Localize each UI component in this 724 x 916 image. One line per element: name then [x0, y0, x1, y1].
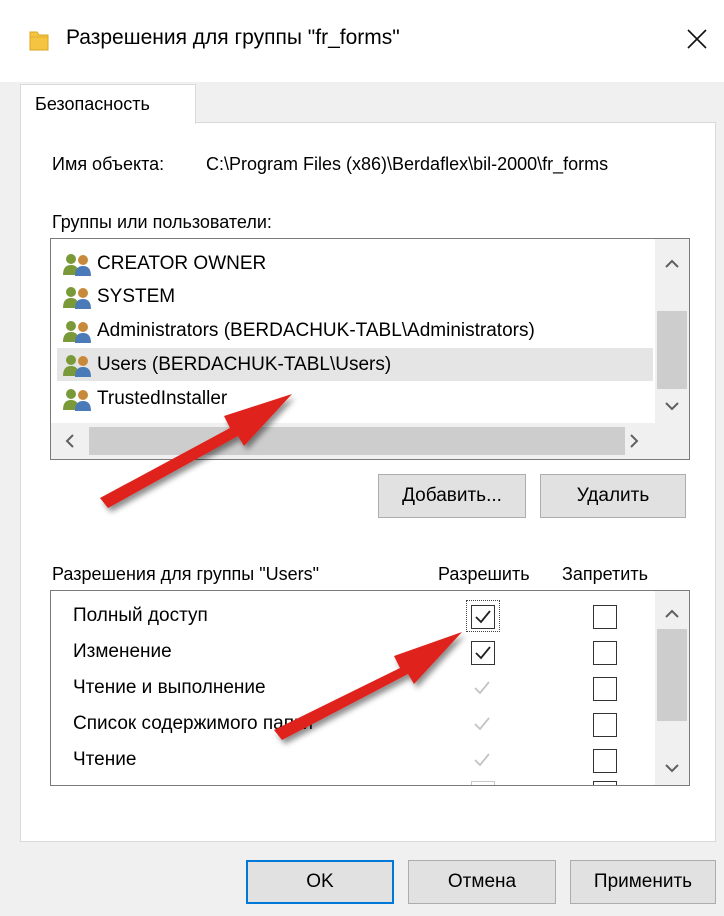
object-path: C:\Program Files (x86)\Berdaflex\bil-200…: [206, 154, 609, 174]
users-icon: [63, 253, 91, 276]
tab-security[interactable]: Безопасность: [20, 84, 196, 124]
scroll-right-button[interactable]: [617, 423, 651, 459]
user-name: Administrators (BERDACHUK-TABL\Administr…: [97, 319, 535, 341]
user-name: CREATOR OWNER: [97, 252, 267, 274]
user-name: SYSTEM: [97, 285, 176, 307]
permission-row-read: Чтение: [51, 743, 655, 779]
allow-checkbox-partial: [471, 781, 495, 785]
folder-icon: [29, 31, 49, 51]
cancel-button[interactable]: Отмена: [408, 860, 556, 904]
deny-checkbox-read-execute[interactable]: [593, 677, 617, 701]
scroll-down-button[interactable]: [655, 389, 689, 423]
ok-button[interactable]: OK: [246, 860, 394, 904]
chevron-down-icon: [665, 402, 679, 411]
deny-checkbox-read[interactable]: [593, 749, 617, 773]
allow-checkbox-read: [471, 749, 495, 773]
checkmark-icon: [474, 681, 490, 695]
groups-list[interactable]: CREATOR OWNER SYSTEM Administrators (BER…: [50, 238, 690, 460]
focus-indicator: [466, 600, 500, 632]
deny-checkbox-modify[interactable]: [593, 641, 617, 665]
permissions-label: Разрешения для группы "Users": [52, 564, 320, 584]
chevron-up-icon: [665, 609, 679, 618]
allow-checkbox-read-execute: [471, 677, 495, 701]
permissions-list[interactable]: Полный доступ Изменение Чтение и выполне…: [50, 590, 690, 786]
allow-checkbox-modify[interactable]: [471, 641, 495, 665]
close-icon: [687, 29, 707, 49]
permission-label: Изменение: [73, 641, 172, 662]
list-item-system[interactable]: SYSTEM: [57, 280, 653, 313]
window-title: Разрешения для группы "fr_forms": [66, 26, 400, 49]
scroll-up-button[interactable]: [655, 247, 689, 281]
permissions-dialog: Разрешения для группы "fr_forms" Безопас…: [0, 0, 724, 916]
add-button[interactable]: Добавить...: [378, 474, 526, 518]
scroll-left-button[interactable]: [53, 423, 87, 459]
allow-column-header: Разрешить: [438, 564, 530, 584]
users-icon: [63, 320, 91, 343]
deny-checkbox-partial[interactable]: [593, 781, 617, 785]
list-item-users[interactable]: Users (BERDACHUK-TABL\Users): [57, 348, 653, 381]
permission-row-full-control: Полный доступ: [51, 599, 655, 635]
scroll-up-button[interactable]: [655, 597, 689, 631]
permission-label: Чтение: [73, 749, 137, 770]
list-item-creator-owner[interactable]: CREATOR OWNER: [57, 247, 653, 280]
permissions-vertical-scrollbar[interactable]: [655, 591, 689, 785]
scroll-thumb-horizontal[interactable]: [89, 427, 625, 455]
allow-checkbox-list-folder: [471, 713, 495, 737]
deny-column-header: Запретить: [562, 564, 648, 584]
scroll-thumb[interactable]: [657, 629, 687, 721]
deny-checkbox-full-control[interactable]: [593, 605, 617, 629]
permission-label: Чтение и выполнение: [73, 677, 266, 698]
permission-label: Полный доступ: [73, 605, 208, 626]
chevron-up-icon: [665, 259, 679, 268]
users-icon: [63, 388, 91, 411]
users-icon: [63, 286, 91, 309]
checkmark-icon: [475, 646, 491, 660]
apply-button[interactable]: Применить: [570, 860, 716, 904]
chevron-left-icon: [65, 434, 74, 448]
permission-label: Список содержимого папки: [73, 713, 313, 734]
groups-horizontal-scrollbar[interactable]: [51, 423, 689, 459]
title-bar: Разрешения для группы "fr_forms": [0, 0, 724, 82]
permission-row-modify: Изменение: [51, 635, 655, 671]
object-name-label: Имя объекта:: [52, 154, 165, 174]
groups-vertical-scrollbar[interactable]: [655, 239, 689, 423]
permission-row-list-folder: Список содержимого папки: [51, 707, 655, 743]
scroll-thumb[interactable]: [657, 311, 687, 389]
scroll-down-button[interactable]: [655, 751, 689, 785]
users-icon: [63, 354, 91, 377]
remove-button[interactable]: Удалить: [540, 474, 686, 518]
user-name: TrustedInstaller: [97, 387, 228, 409]
groups-label: Группы или пользователи:: [52, 212, 272, 232]
chevron-right-icon: [630, 434, 639, 448]
list-item-trustedinstaller[interactable]: TrustedInstaller: [57, 382, 653, 415]
user-name: Users (BERDACHUK-TABL\Users): [97, 353, 392, 375]
checkmark-icon: [474, 717, 490, 731]
list-item-administrators[interactable]: Administrators (BERDACHUK-TABL\Administr…: [57, 314, 653, 347]
permission-row-read-execute: Чтение и выполнение: [51, 671, 655, 707]
deny-checkbox-list-folder[interactable]: [593, 713, 617, 737]
close-button[interactable]: [670, 14, 724, 64]
chevron-down-icon: [665, 764, 679, 773]
checkmark-icon: [474, 753, 490, 767]
